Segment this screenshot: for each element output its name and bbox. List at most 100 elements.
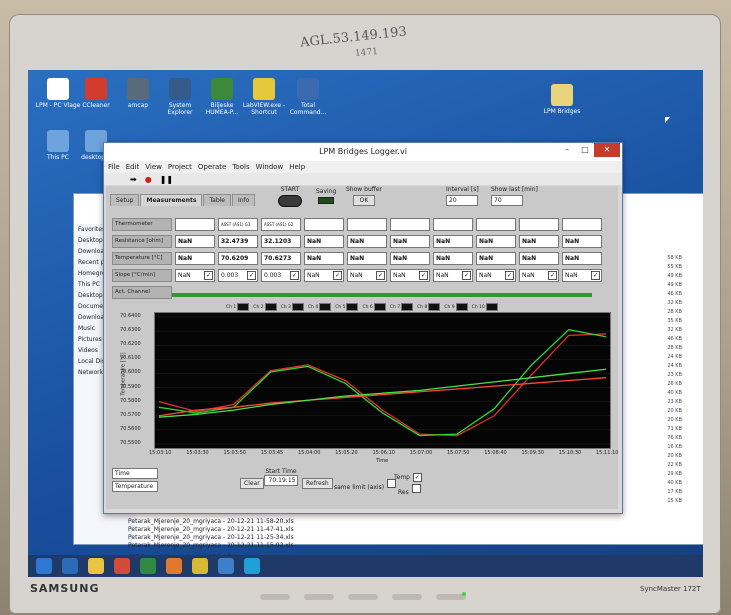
channel-enable-checkbox[interactable]: ✓ (376, 271, 385, 280)
slope-value: 0.003 (264, 272, 282, 279)
desktop-icon[interactable]: Total Command... (284, 78, 332, 116)
tab-setup[interactable]: Setup (110, 194, 140, 206)
y-tick-label: 70.6200 (120, 341, 141, 348)
row-label: Resistance [ohm] (112, 235, 172, 248)
desktop-icon[interactable]: Biljeske HUMEA-P... (198, 78, 246, 116)
thermometer-cell[interactable]: ASST (AS1) G1 (218, 218, 258, 231)
plot-legend: Ch 1 Ch 2 Ch 3 Ch 4 Ch 5 Ch 6 Ch 7 Ch 8 Ch 9 Ch 1… (226, 303, 498, 311)
chrome-icon[interactable] (114, 558, 130, 574)
file-size: 26 KB (667, 381, 682, 387)
maximize-button[interactable]: □ (576, 143, 594, 157)
thermometer-cell[interactable] (519, 218, 559, 231)
channel-enable-checkbox[interactable]: ✓ (462, 271, 471, 280)
hw-button-auto[interactable] (260, 594, 290, 600)
thermometer-cell[interactable] (433, 218, 473, 231)
edge-icon[interactable] (244, 558, 260, 574)
close-button[interactable]: ✕ (594, 143, 620, 157)
menu-item-help[interactable]: Help (289, 161, 305, 173)
channel-enable-checkbox[interactable]: ✓ (333, 271, 342, 280)
thermometer-cell[interactable] (562, 218, 602, 231)
res-check-label: Res (398, 489, 409, 496)
file-list-item[interactable]: Petarak_Mjerenje_20_mgriyaca - 20-12-21 … (128, 518, 294, 526)
ok-button[interactable]: OK (353, 195, 375, 206)
temp-checkbox[interactable]: ✓ (412, 473, 422, 482)
minimize-button[interactable]: – (558, 143, 576, 157)
thermometer-cell[interactable] (390, 218, 430, 231)
saving-indicator: Saving (316, 188, 336, 204)
menu-item-operate[interactable]: Operate (198, 161, 226, 173)
start-time-input[interactable]: 70:19:15 (264, 475, 298, 486)
show-last-input[interactable]: 70 (491, 195, 523, 206)
slope-value: NaN (565, 272, 578, 279)
channel-enable-checkbox[interactable]: ✓ (247, 271, 256, 280)
file-list-item[interactable]: Petarak_Mjerenje_20_mgriyaca - 20-12-21 … (128, 534, 294, 542)
run-arrow-icon[interactable]: ➡ (130, 175, 137, 184)
y-axis-select[interactable]: Temperature (112, 481, 158, 492)
channel-enable-checkbox[interactable]: ✓ (591, 271, 600, 280)
hw-button-menu[interactable] (392, 594, 422, 600)
tab-table[interactable]: Table (203, 194, 231, 206)
x-axis-select[interactable]: Time (112, 468, 158, 479)
file-list-item[interactable]: Petarak_Mjerenje_20_mgriyaca - 20-12-21 … (128, 526, 294, 534)
legend-swatch (485, 303, 498, 311)
thermometer-cell[interactable]: ASST (AS1) G2 (261, 218, 301, 231)
ie-icon[interactable] (62, 558, 78, 574)
pause-icon[interactable]: ❚❚ (160, 175, 173, 184)
file-size: 28 KB (667, 345, 682, 351)
active-channel-bar (172, 293, 592, 297)
app-icon[interactable] (218, 558, 234, 574)
file-list-item[interactable]: Petarak_Mjerenje_20_mgriyaca - 20-12-21 … (128, 542, 294, 550)
file-size: 40 KB (667, 390, 682, 396)
channel-enable-checkbox[interactable]: ✓ (204, 271, 213, 280)
grid-row-thermometer: Thermometer ASST (AS1) G1 ASST (AS1) G2 (112, 218, 612, 231)
folder-icon[interactable] (88, 558, 104, 574)
desktop-icon[interactable]: System Explorer (156, 78, 204, 116)
menu-item-file[interactable]: File (108, 161, 120, 173)
refresh-button[interactable]: Refresh (302, 478, 333, 489)
legend-label: Ch 8 (417, 304, 428, 310)
excel-icon[interactable] (140, 558, 156, 574)
menu-item-edit[interactable]: Edit (126, 161, 140, 173)
thermometer-cell[interactable] (347, 218, 387, 231)
grid-row-temperature: Temperature [°C] NaN 70.6209 70.6273 NaN NaN N… (112, 252, 612, 265)
hw-button-adjust[interactable] (348, 594, 378, 600)
desktop-icon-lpm-bridges[interactable]: LPM Bridges (538, 84, 586, 115)
clear-button[interactable]: Clear (240, 478, 264, 489)
show-last-label: Show last [min] (491, 186, 538, 193)
abort-icon[interactable]: ● (145, 175, 152, 184)
menu-item-project[interactable]: Project (168, 161, 192, 173)
grid-row-resistance: Resistance [ohm] NaN 32.4739 32.1203 NaN NaN N… (112, 235, 612, 248)
thermometer-cell[interactable] (304, 218, 344, 231)
file-size: 24 KB (667, 354, 682, 360)
channel-enable-checkbox[interactable]: ✓ (419, 271, 428, 280)
legend-swatch (455, 303, 468, 311)
labview-icon[interactable] (192, 558, 208, 574)
slope-value: NaN (436, 272, 449, 279)
x-tick-label: 15:03:45 (260, 450, 284, 456)
y-tick-label: 70.5600 (120, 425, 141, 432)
tab-info[interactable]: Info (231, 194, 256, 206)
channel-enable-checkbox[interactable]: ✓ (505, 271, 514, 280)
start-icon[interactable] (36, 558, 52, 574)
desktop-icon[interactable]: amcap (114, 78, 162, 109)
interval-input[interactable]: 20 (446, 195, 478, 206)
temperature-chart (154, 312, 611, 449)
thermometer-cell[interactable] (175, 218, 215, 231)
start-button[interactable] (278, 195, 302, 207)
slope-cell: NaN ✓ (562, 269, 602, 282)
desktop-icon[interactable]: CCleaner (72, 78, 120, 109)
channel-enable-checkbox[interactable]: ✓ (290, 271, 299, 280)
media-icon[interactable] (166, 558, 182, 574)
legend-entry: Ch 5 (335, 303, 359, 311)
menu-item-tools[interactable]: Tools (232, 161, 249, 173)
menu-item-window[interactable]: Window (256, 161, 284, 173)
res-checkbox[interactable] (411, 484, 421, 493)
thermometer-cell[interactable] (476, 218, 516, 231)
menu-item-view[interactable]: View (145, 161, 162, 173)
file-size: 23 KB (667, 372, 682, 378)
channel-enable-checkbox[interactable]: ✓ (548, 271, 557, 280)
tab-measurements[interactable]: Measurements (140, 194, 203, 206)
folder-icon (551, 84, 573, 106)
desktop-icon[interactable]: LabVIEW.exe - Shortcut (240, 78, 288, 116)
hw-button-exit[interactable] (304, 594, 334, 600)
